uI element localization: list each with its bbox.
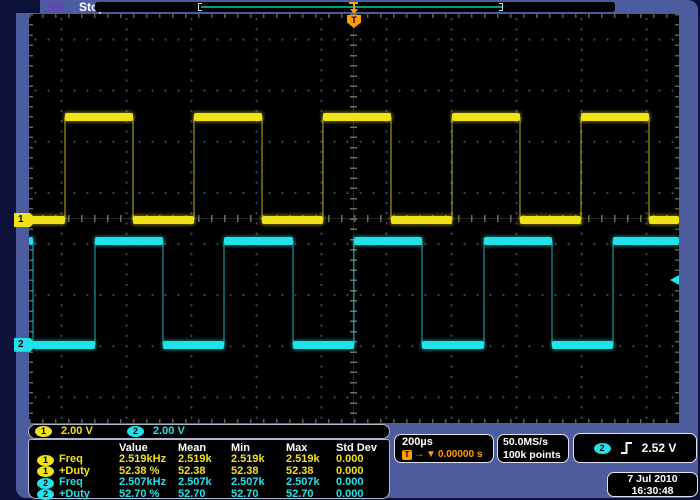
measurement-min: 2.507k [231,477,265,489]
waveform-CH2-segment [163,341,224,349]
channel-scale-bar[interactable]: 1 2.00 V 2 2.00 V [28,424,390,439]
waveform-CH1-segment [649,216,679,224]
bottom-edge-ticks [29,419,679,423]
waveform-CH2-edge [353,241,355,345]
waveform-CH1-segment [581,113,649,121]
waveform-CH1-edge [132,117,134,220]
measurement-name: Freq [59,454,83,466]
waveform-CH1-edge [451,117,453,220]
ch2-badge: 2 [37,478,54,489]
date-text: 7 Jul 2010 [614,473,691,485]
measurement-table: Value Mean Min Max Std Dev 1Freq2.519kHz… [28,439,390,499]
waveform-CH1-edge [261,117,263,220]
waveform-CH1-segment [133,216,194,224]
measurement-row-ch2-Duty: 2 +Duty 52.70 % 52.70 52.70 52.70 0.000 [29,489,389,500]
waveform-CH2-edge [612,241,614,345]
record-window-right-bracket [499,3,503,11]
ch1-badge: 1 [37,466,54,477]
ch2-scale: 2.00 V [153,425,185,438]
trigger-level: 2.52 V [642,441,677,455]
measurement-row-ch1-Freq: 1 Freq 2.519kHz 2.519k 2.519k 2.519k 0.000 [29,454,389,466]
waveform-CH1-segment [323,113,391,121]
ch2-badge[interactable]: 2 [127,426,144,437]
measurement-max: 2.507k [286,477,320,489]
trigger-level-marker[interactable] [670,275,679,285]
waveform-CH2-segment [484,237,552,245]
measurement-row-ch2-Freq: 2 Freq 2.507kHz 2.507k 2.507k 2.507k 0.000 [29,477,389,489]
horizontal-scale: 200µs [402,436,486,449]
measurement-value: 52.70 % [119,489,159,500]
measurement-std_dev: 0.000 [336,489,364,500]
datetime-box: 7 Jul 2010 16:30:48 [607,472,698,497]
record-view-bar[interactable] [95,2,615,12]
waveform-CH1-edge [580,117,582,220]
measurement-mean: 2.519k [178,454,212,466]
waveform-CH2-segment [422,341,483,349]
waveform-CH2-edge [421,241,423,345]
ch1-scale: 2.00 V [61,425,93,438]
waveform-CH1-segment [391,216,452,224]
waveform-CH2-segment [33,341,94,349]
measurement-max: 2.519k [286,454,320,466]
horizontal-trigger-position: 0.00000 s [438,449,483,461]
measurement-min: 2.519k [231,454,265,466]
waveform-CH1-segment [194,113,262,121]
waveform-CH1-segment [520,216,581,224]
measurement-name: Freq [59,477,83,489]
waveform-CH1-segment [262,216,323,224]
measurement-std_dev: 0.000 [336,454,364,466]
waveform-CH1-segment [65,113,133,121]
acquisition-readout-box[interactable]: 50.0MS/s 100k points [497,434,569,463]
waveform-CH1-edge [193,117,195,220]
measurement-value: 2.519kHz [119,454,166,466]
waveform-CH1-edge [322,117,324,220]
rising-edge-icon [620,441,633,455]
ch1-badge: 1 [37,455,54,466]
measurement-name: +Duty [59,489,90,500]
waveform-CH1-edge [519,117,521,220]
waveform-CH2-edge [32,241,34,345]
ch2-badge: 2 [37,489,54,500]
measurement-value: 2.507kHz [119,477,166,489]
waveform-CH2-segment [95,237,163,245]
horizontal-readout-box[interactable]: 200µs T→▼ 0.00000 s [394,434,494,463]
record-window-left-bracket [198,3,202,11]
waveform-CH2-segment [613,237,679,245]
waveform-CH2-edge [94,241,96,345]
waveform-CH2-edge [551,241,553,345]
trigger-source-badge: 2 [594,443,611,454]
arrow-down-icon: ▼ [426,449,436,461]
waveform-CH1-edge [64,117,66,220]
measurement-std_dev: 0.000 [336,477,364,489]
measurement-mean: 52.70 [178,489,206,500]
record-length: 100k points [503,449,563,462]
trigger-t-icon: T [402,450,412,460]
measurement-max: 52.70 [286,489,314,500]
record-trigger-position-icon[interactable] [349,2,358,14]
tek-logo: Tek [44,0,64,14]
oscilloscope-screen: Tek Stop T 1 2 1 2.00 V 2 2.00 V Value M… [0,0,700,500]
time-text: 16:30:48 [614,485,691,497]
waveform-CH2-segment [552,341,613,349]
graticule [29,14,679,423]
waveform-CH1-edge [648,117,650,220]
horizontal-position-row: T→▼ 0.00000 s [402,449,486,461]
waveform-CH2-edge [162,241,164,345]
waveform-CH2-edge [483,241,485,345]
arrow-right-icon: → [414,449,424,461]
waveform-CH2-segment [354,237,422,245]
measurement-mean: 2.507k [178,477,212,489]
measurement-min: 52.70 [231,489,259,500]
waveform-CH2-edge [223,241,225,345]
trigger-readout-box[interactable]: 2 2.52 V [573,433,697,463]
waveform-CH1-edge [390,117,392,220]
waveform-CH2-segment [293,341,354,349]
corner-notch [0,0,40,13]
ch1-badge[interactable]: 1 [35,426,52,437]
waveform-CH2-edge [292,241,294,345]
waveform-CH1-segment [452,113,520,121]
sample-rate: 50.0MS/s [503,436,563,449]
waveform-CH2-segment [224,237,292,245]
